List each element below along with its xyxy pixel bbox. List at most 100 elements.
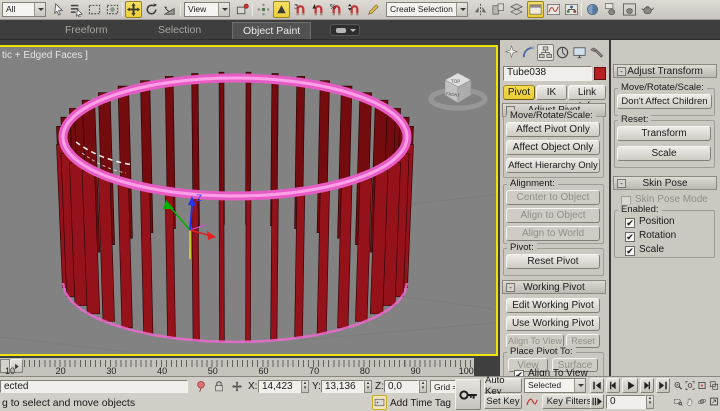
reset-pivot-button[interactable]: Reset Pivot: [506, 254, 600, 269]
tube-object[interactable]: [57, 72, 414, 342]
timeline-frame-number[interactable]: 50: [199, 366, 227, 376]
z-coordinate-field[interactable]: 0,0: [384, 380, 419, 393]
collapse-icon[interactable]: -: [506, 283, 515, 292]
rectangular-selection-region-icon[interactable]: [86, 1, 103, 18]
scale-checkbox[interactable]: ✔: [625, 246, 635, 256]
timeline-frame-number[interactable]: 60: [250, 366, 278, 376]
timeline-frame-number[interactable]: 20: [47, 366, 75, 376]
key-mode-toggle-icon[interactable]: [590, 394, 604, 409]
spinner-snap-icon[interactable]: [346, 1, 363, 18]
curve-editor-icon[interactable]: [545, 1, 562, 18]
align-to-world-button[interactable]: Align to World: [506, 226, 600, 241]
selection-filter-dropdown[interactable]: All: [2, 2, 46, 17]
reference-coordinate-dropdown[interactable]: View: [184, 2, 230, 17]
reset-scale-button[interactable]: Scale: [617, 146, 711, 161]
orbit-icon[interactable]: [696, 394, 708, 409]
current-frame-field[interactable]: 0: [606, 395, 646, 409]
rotation-checkbox[interactable]: ✔: [625, 232, 635, 242]
timeline-frame-number[interactable]: 70: [300, 366, 328, 376]
named-selection-set-dropdown[interactable]: Create Selection Se: [386, 2, 468, 17]
affect-object-only-button[interactable]: Affect Object Only: [506, 140, 600, 155]
maximize-viewport-icon[interactable]: [708, 394, 720, 409]
utilities-tab-icon[interactable]: [588, 44, 605, 61]
timeline-frame-number[interactable]: 40: [148, 366, 176, 376]
timeline-frame-number[interactable]: 80: [351, 366, 379, 376]
render-setup-icon[interactable]: [603, 1, 620, 18]
mini-curve-editor-icon[interactable]: [524, 394, 540, 409]
add-time-tag[interactable]: Add Time Tag: [390, 398, 451, 409]
perspective-viewport[interactable]: tic + Edged Faces ]: [0, 45, 498, 356]
ribbon-toggle-icon[interactable]: [527, 1, 544, 18]
collapse-icon[interactable]: -: [617, 179, 626, 188]
zoom-region-icon[interactable]: [672, 394, 684, 409]
auto-key-button[interactable]: Auto Key: [484, 378, 522, 393]
set-key-button[interactable]: Set Key: [484, 394, 522, 409]
dropdown-arrow-icon[interactable]: [456, 3, 467, 16]
z-spinner[interactable]: [419, 380, 427, 393]
affect-pivot-only-button[interactable]: Affect Pivot Only: [506, 122, 600, 137]
selection-status-field[interactable]: ected: [0, 380, 188, 393]
mirror-icon[interactable]: [472, 1, 489, 18]
key-filter-set-dropdown[interactable]: Selected: [524, 378, 586, 393]
motion-tab-icon[interactable]: [554, 44, 571, 61]
object-color-swatch[interactable]: [594, 67, 606, 80]
isolate-selection-icon[interactable]: [193, 379, 209, 393]
previous-frame-button[interactable]: [606, 378, 620, 393]
select-and-manipulate-icon[interactable]: [234, 1, 251, 18]
y-spinner[interactable]: [364, 380, 372, 393]
material-editor-icon[interactable]: [584, 1, 601, 18]
play-button[interactable]: [622, 378, 638, 393]
snaps-use-center-icon[interactable]: [255, 1, 272, 18]
select-and-move-icon[interactable]: [125, 1, 142, 18]
use-working-pivot-button[interactable]: Use Working Pivot: [506, 316, 600, 331]
edit-named-selection-sets-icon[interactable]: [365, 1, 382, 18]
edit-working-pivot-button[interactable]: Edit Working Pivot: [506, 298, 600, 313]
tab-object-paint[interactable]: Object Paint: [232, 22, 311, 39]
display-tab-icon[interactable]: [571, 44, 588, 61]
absolute-mode-icon[interactable]: [229, 379, 245, 393]
next-frame-button[interactable]: [640, 378, 654, 393]
viewcube[interactable]: TOP FRONT: [431, 73, 485, 108]
create-tab-icon[interactable]: [503, 44, 520, 61]
pivot-tab-button[interactable]: Pivot: [503, 85, 535, 100]
zoom-all-icon[interactable]: [684, 378, 696, 393]
position-checkbox[interactable]: ✔: [625, 218, 635, 228]
schematic-view-icon[interactable]: [563, 1, 580, 18]
go-to-start-button[interactable]: [590, 378, 604, 393]
dont-affect-children-button[interactable]: Don't Affect Children: [617, 94, 712, 109]
selection-lock-icon[interactable]: [211, 379, 227, 393]
window-crossing-icon[interactable]: [104, 1, 121, 18]
center-to-object-button[interactable]: Center to Object: [506, 190, 600, 205]
x-coordinate-field[interactable]: 14,423: [258, 380, 301, 393]
object-name-field[interactable]: Tube038: [503, 66, 592, 81]
select-and-rotate-icon[interactable]: [143, 1, 160, 18]
dropdown-arrow-icon[interactable]: [34, 3, 45, 16]
tab-selection[interactable]: Selection: [148, 22, 211, 39]
zoom-icon[interactable]: [672, 378, 684, 393]
reset-transform-button[interactable]: Transform: [617, 126, 711, 141]
ribbon-config-icon[interactable]: [330, 24, 360, 36]
adjust-transform-rollout[interactable]: -Adjust Transform: [613, 64, 717, 78]
align-to-object-button[interactable]: Align to Object: [506, 208, 600, 223]
zoom-extents-icon[interactable]: [696, 378, 708, 393]
timeline-frame-number[interactable]: 10: [0, 366, 24, 376]
zoom-extents-all-icon[interactable]: [708, 378, 720, 393]
dropdown-arrow-icon[interactable]: [218, 3, 229, 16]
y-coordinate-field[interactable]: 13,136: [321, 380, 364, 393]
timeline-frame-number[interactable]: 100: [452, 366, 480, 376]
viewcube-top-label[interactable]: TOP: [450, 79, 460, 85]
pan-icon[interactable]: [684, 394, 696, 409]
keyboard-override-icon[interactable]: [273, 1, 290, 18]
x-spinner[interactable]: [301, 380, 309, 393]
select-and-scale-icon[interactable]: [161, 1, 178, 18]
select-object-icon[interactable]: [50, 1, 67, 18]
time-tag-icon[interactable]: [372, 395, 387, 410]
layer-manager-icon[interactable]: [508, 1, 525, 18]
position-row[interactable]: ✔Position: [625, 216, 675, 228]
link-info-tab-button[interactable]: Link Info: [568, 85, 606, 100]
align-icon[interactable]: [490, 1, 507, 18]
go-to-end-button[interactable]: [656, 378, 670, 393]
scale-row[interactable]: ✔Scale: [625, 244, 664, 256]
select-by-name-icon[interactable]: [68, 1, 85, 18]
modify-tab-icon[interactable]: [520, 44, 537, 61]
